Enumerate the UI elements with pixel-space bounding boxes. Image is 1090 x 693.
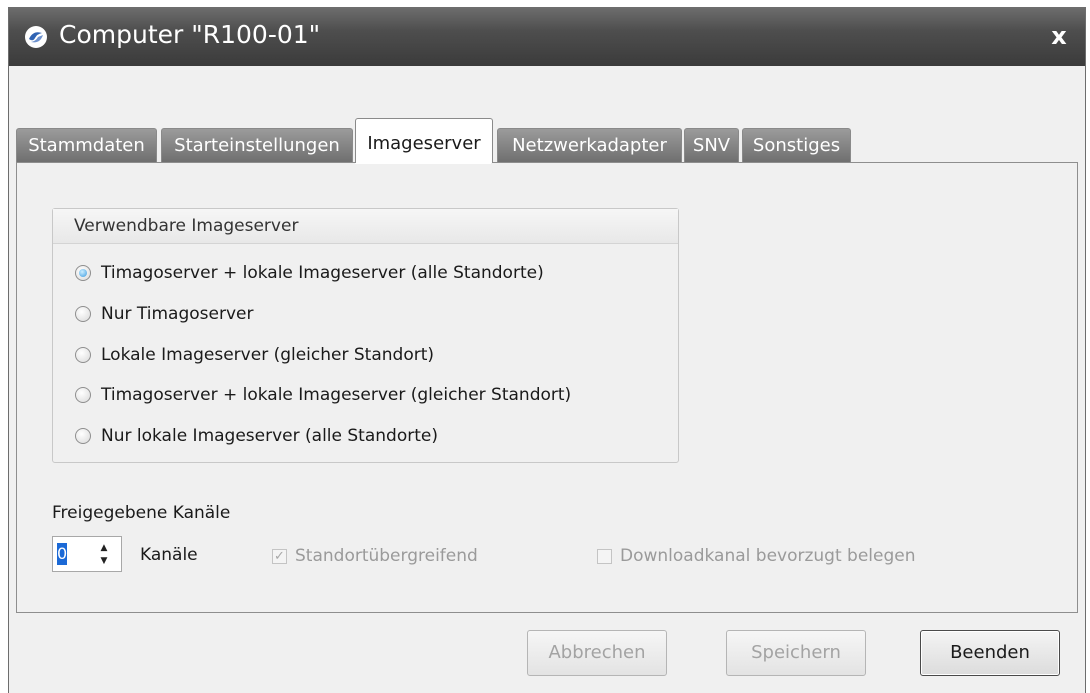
download-channel-checkbox-row[interactable]: Downloadkanal bevorzugt belegen [597, 546, 916, 566]
tab-netzwerkadapter[interactable]: Netzwerkadapter [497, 128, 682, 162]
radio-label: Nur Timagoserver [101, 304, 254, 324]
site-spanning-label: Standortübergreifend [295, 546, 478, 566]
radio-selected-icon[interactable] [75, 265, 91, 281]
window-title: Computer "R100-01" [59, 20, 321, 49]
channels-spinbox[interactable]: 0 ▲ ▼ [52, 536, 122, 572]
channels-value[interactable]: 0 [57, 543, 67, 565]
channels-unit-label: Kanäle [140, 545, 198, 565]
tab-snv[interactable]: SNV [684, 128, 739, 162]
tab-stammdaten[interactable]: Stammdaten [16, 128, 157, 162]
download-channel-label: Downloadkanal bevorzugt belegen [620, 546, 916, 566]
site-spanning-checkbox-row[interactable]: ✓ Standortübergreifend [272, 546, 478, 566]
radio-option-timago-only[interactable]: Nur Timagoserver [75, 301, 253, 327]
timago-logo-icon [25, 26, 47, 48]
channels-section-label: Freigegebene Kanäle [52, 503, 231, 523]
close-button[interactable]: Beenden [920, 630, 1060, 676]
tab-panel-imageserver: Verwendbare Imageserver Timagoserver + l… [16, 162, 1078, 613]
checkbox-icon[interactable] [597, 548, 612, 564]
tab-sonstiges[interactable]: Sonstiges [742, 128, 851, 162]
radio-label: Nur lokale Imageserver (alle Standorte) [101, 426, 438, 446]
radio-option-timago-local-same-site[interactable]: Timagoserver + lokale Imageserver (gleic… [75, 382, 571, 408]
cancel-button[interactable]: Abbrechen [527, 630, 667, 676]
radio-label: Lokale Imageserver (gleicher Standort) [101, 345, 435, 365]
radio-icon[interactable] [75, 428, 91, 444]
radio-icon[interactable] [75, 387, 91, 403]
title-bar[interactable]: Computer "R100-01" x [9, 7, 1085, 66]
radio-option-local-same-site[interactable]: Lokale Imageserver (gleicher Standort) [75, 342, 434, 368]
radio-icon[interactable] [75, 306, 91, 322]
checkmark-icon[interactable]: ✓ [272, 548, 287, 564]
imageserver-groupbox: Verwendbare Imageserver Timagoserver + l… [52, 208, 679, 463]
radio-label: Timagoserver + lokale Imageserver (gleic… [101, 385, 572, 405]
tab-starteinstellungen[interactable]: Starteinstellungen [161, 128, 353, 162]
radio-label: Timagoserver + lokale Imageserver (alle … [101, 263, 544, 283]
close-icon[interactable]: x [1045, 21, 1073, 51]
arrow-down-icon[interactable]: ▼ [97, 555, 111, 567]
radio-option-local-all[interactable]: Nur lokale Imageserver (alle Standorte) [75, 423, 438, 449]
tab-imageserver[interactable]: Imageserver [355, 118, 493, 163]
group-header: Verwendbare Imageserver [53, 209, 678, 244]
dialog-window: Computer "R100-01" x Stammdaten Startein… [8, 7, 1086, 693]
radio-icon[interactable] [75, 347, 91, 363]
save-button[interactable]: Speichern [726, 630, 866, 676]
radio-option-timago-local-all[interactable]: Timagoserver + lokale Imageserver (alle … [75, 260, 544, 286]
arrow-up-icon[interactable]: ▲ [97, 542, 111, 554]
